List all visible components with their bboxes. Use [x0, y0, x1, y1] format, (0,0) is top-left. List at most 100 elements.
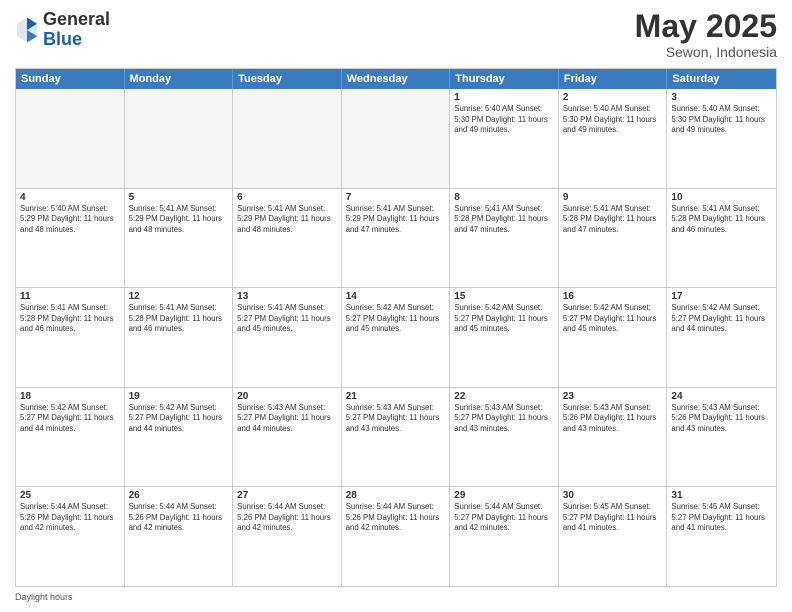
day-number: 31: [671, 490, 772, 501]
calendar-cell: 27Sunrise: 5:44 AM Sunset: 5:26 PM Dayli…: [233, 487, 342, 586]
calendar-cell: [342, 89, 451, 188]
calendar-cell: 8Sunrise: 5:41 AM Sunset: 5:28 PM Daylig…: [450, 189, 559, 288]
month-title: May 2025: [635, 10, 777, 42]
day-number: 25: [20, 490, 120, 501]
day-number: 2: [563, 92, 663, 103]
cell-info: Sunrise: 5:45 AM Sunset: 5:27 PM Dayligh…: [671, 502, 772, 534]
day-number: 21: [346, 391, 446, 402]
day-number: 18: [20, 391, 120, 402]
day-number: 20: [237, 391, 337, 402]
calendar-cell: 11Sunrise: 5:41 AM Sunset: 5:28 PM Dayli…: [16, 288, 125, 387]
weekday-header: Tuesday: [233, 69, 342, 89]
day-number: 30: [563, 490, 663, 501]
page: General Blue May 2025 Sewon, Indonesia S…: [0, 0, 792, 612]
cell-info: Sunrise: 5:40 AM Sunset: 5:30 PM Dayligh…: [671, 104, 772, 136]
day-number: 28: [346, 490, 446, 501]
day-number: 24: [671, 391, 772, 402]
weekday-header: Saturday: [667, 69, 776, 89]
day-number: 23: [563, 391, 663, 402]
logo-blue: Blue: [43, 30, 110, 50]
cell-info: Sunrise: 5:42 AM Sunset: 5:27 PM Dayligh…: [20, 403, 120, 435]
calendar-cell: 21Sunrise: 5:43 AM Sunset: 5:27 PM Dayli…: [342, 388, 451, 487]
calendar-cell: 13Sunrise: 5:41 AM Sunset: 5:27 PM Dayli…: [233, 288, 342, 387]
calendar-cell: 7Sunrise: 5:41 AM Sunset: 5:29 PM Daylig…: [342, 189, 451, 288]
calendar-cell: 24Sunrise: 5:43 AM Sunset: 5:26 PM Dayli…: [667, 388, 776, 487]
day-number: 9: [563, 192, 663, 203]
calendar-row: 25Sunrise: 5:44 AM Sunset: 5:26 PM Dayli…: [16, 487, 776, 586]
calendar-cell: 25Sunrise: 5:44 AM Sunset: 5:26 PM Dayli…: [16, 487, 125, 586]
cell-info: Sunrise: 5:43 AM Sunset: 5:27 PM Dayligh…: [237, 403, 337, 435]
weekday-header: Thursday: [450, 69, 559, 89]
calendar-cell: 9Sunrise: 5:41 AM Sunset: 5:28 PM Daylig…: [559, 189, 668, 288]
cell-info: Sunrise: 5:42 AM Sunset: 5:27 PM Dayligh…: [563, 303, 663, 335]
cell-info: Sunrise: 5:44 AM Sunset: 5:27 PM Dayligh…: [454, 502, 554, 534]
day-number: 19: [129, 391, 229, 402]
day-number: 10: [671, 192, 772, 203]
calendar-row: 18Sunrise: 5:42 AM Sunset: 5:27 PM Dayli…: [16, 388, 776, 488]
weekday-header: Sunday: [16, 69, 125, 89]
logo-text: General Blue: [43, 10, 110, 50]
day-number: 3: [671, 92, 772, 103]
calendar-cell: [125, 89, 234, 188]
logo: General Blue: [15, 10, 110, 50]
calendar-row: 4Sunrise: 5:40 AM Sunset: 5:29 PM Daylig…: [16, 189, 776, 289]
logo-icon: [15, 16, 39, 44]
calendar-cell: 5Sunrise: 5:41 AM Sunset: 5:29 PM Daylig…: [125, 189, 234, 288]
cell-info: Sunrise: 5:41 AM Sunset: 5:27 PM Dayligh…: [237, 303, 337, 335]
cell-info: Sunrise: 5:43 AM Sunset: 5:26 PM Dayligh…: [671, 403, 772, 435]
day-number: 8: [454, 192, 554, 203]
calendar-cell: 30Sunrise: 5:45 AM Sunset: 5:27 PM Dayli…: [559, 487, 668, 586]
calendar-cell: 2Sunrise: 5:40 AM Sunset: 5:30 PM Daylig…: [559, 89, 668, 188]
day-number: 15: [454, 291, 554, 302]
weekday-header: Friday: [559, 69, 668, 89]
calendar-cell: 22Sunrise: 5:43 AM Sunset: 5:27 PM Dayli…: [450, 388, 559, 487]
cell-info: Sunrise: 5:40 AM Sunset: 5:29 PM Dayligh…: [20, 204, 120, 236]
calendar-body: 1Sunrise: 5:40 AM Sunset: 5:30 PM Daylig…: [16, 89, 776, 586]
cell-info: Sunrise: 5:40 AM Sunset: 5:30 PM Dayligh…: [563, 104, 663, 136]
cell-info: Sunrise: 5:42 AM Sunset: 5:27 PM Dayligh…: [671, 303, 772, 335]
cell-info: Sunrise: 5:40 AM Sunset: 5:30 PM Dayligh…: [454, 104, 554, 136]
cell-info: Sunrise: 5:44 AM Sunset: 5:26 PM Dayligh…: [237, 502, 337, 534]
calendar-cell: 19Sunrise: 5:42 AM Sunset: 5:27 PM Dayli…: [125, 388, 234, 487]
day-number: 29: [454, 490, 554, 501]
day-number: 22: [454, 391, 554, 402]
day-number: 12: [129, 291, 229, 302]
day-number: 13: [237, 291, 337, 302]
cell-info: Sunrise: 5:41 AM Sunset: 5:29 PM Dayligh…: [129, 204, 229, 236]
weekday-header: Monday: [125, 69, 234, 89]
calendar-cell: 10Sunrise: 5:41 AM Sunset: 5:28 PM Dayli…: [667, 189, 776, 288]
day-number: 1: [454, 92, 554, 103]
calendar-cell: 15Sunrise: 5:42 AM Sunset: 5:27 PM Dayli…: [450, 288, 559, 387]
calendar-cell: 29Sunrise: 5:44 AM Sunset: 5:27 PM Dayli…: [450, 487, 559, 586]
day-number: 17: [671, 291, 772, 302]
header: General Blue May 2025 Sewon, Indonesia: [15, 10, 777, 60]
calendar-cell: [16, 89, 125, 188]
day-number: 11: [20, 291, 120, 302]
day-number: 5: [129, 192, 229, 203]
calendar-header: SundayMondayTuesdayWednesdayThursdayFrid…: [16, 69, 776, 89]
cell-info: Sunrise: 5:41 AM Sunset: 5:28 PM Dayligh…: [563, 204, 663, 236]
calendar-cell: 17Sunrise: 5:42 AM Sunset: 5:27 PM Dayli…: [667, 288, 776, 387]
calendar-cell: 20Sunrise: 5:43 AM Sunset: 5:27 PM Dayli…: [233, 388, 342, 487]
cell-info: Sunrise: 5:44 AM Sunset: 5:26 PM Dayligh…: [129, 502, 229, 534]
calendar-cell: 1Sunrise: 5:40 AM Sunset: 5:30 PM Daylig…: [450, 89, 559, 188]
calendar-cell: 3Sunrise: 5:40 AM Sunset: 5:30 PM Daylig…: [667, 89, 776, 188]
day-number: 7: [346, 192, 446, 203]
calendar-cell: 18Sunrise: 5:42 AM Sunset: 5:27 PM Dayli…: [16, 388, 125, 487]
calendar-cell: 28Sunrise: 5:44 AM Sunset: 5:26 PM Dayli…: [342, 487, 451, 586]
calendar-row: 1Sunrise: 5:40 AM Sunset: 5:30 PM Daylig…: [16, 89, 776, 189]
calendar-cell: 12Sunrise: 5:41 AM Sunset: 5:28 PM Dayli…: [125, 288, 234, 387]
calendar-cell: 31Sunrise: 5:45 AM Sunset: 5:27 PM Dayli…: [667, 487, 776, 586]
calendar-cell: 6Sunrise: 5:41 AM Sunset: 5:29 PM Daylig…: [233, 189, 342, 288]
cell-info: Sunrise: 5:44 AM Sunset: 5:26 PM Dayligh…: [20, 502, 120, 534]
cell-info: Sunrise: 5:43 AM Sunset: 5:27 PM Dayligh…: [454, 403, 554, 435]
day-number: 4: [20, 192, 120, 203]
cell-info: Sunrise: 5:43 AM Sunset: 5:26 PM Dayligh…: [563, 403, 663, 435]
calendar: SundayMondayTuesdayWednesdayThursdayFrid…: [15, 68, 777, 587]
footer-text: Daylight hours: [15, 592, 73, 602]
cell-info: Sunrise: 5:42 AM Sunset: 5:27 PM Dayligh…: [129, 403, 229, 435]
cell-info: Sunrise: 5:41 AM Sunset: 5:29 PM Dayligh…: [237, 204, 337, 236]
calendar-cell: 4Sunrise: 5:40 AM Sunset: 5:29 PM Daylig…: [16, 189, 125, 288]
cell-info: Sunrise: 5:43 AM Sunset: 5:27 PM Dayligh…: [346, 403, 446, 435]
title-block: May 2025 Sewon, Indonesia: [635, 10, 777, 60]
